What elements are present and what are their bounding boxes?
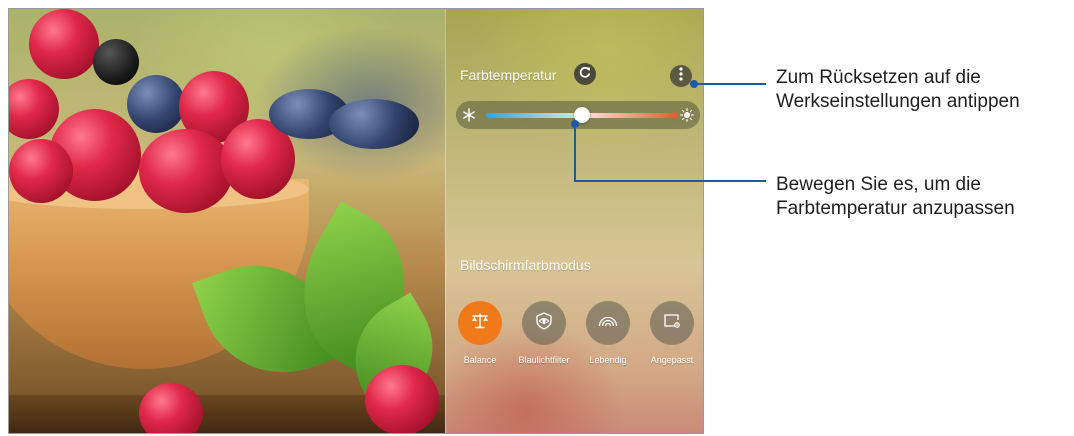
device-screen: Farbtemperatur Bildschirmfarbmodus Balan… xyxy=(8,8,704,434)
mode-balance-label: Balance xyxy=(463,355,497,365)
more-vertical-icon xyxy=(678,66,684,86)
color-temperature-title: Farbtemperatur xyxy=(460,67,557,83)
more-options-button[interactable] xyxy=(670,65,692,87)
mode-blue-light-filter-button[interactable]: Blaulichtfilter xyxy=(512,301,576,365)
raspberry-image xyxy=(365,365,439,433)
balance-scale-icon xyxy=(471,312,489,334)
slider-callout-text: Bewegen Sie es, um die Farbtemperatur an… xyxy=(776,173,1015,221)
mode-custom-button[interactable]: Angepasst xyxy=(640,301,703,365)
eye-shield-icon xyxy=(535,311,553,335)
mode-vivid-circle[interactable] xyxy=(586,301,630,345)
raspberry-image xyxy=(9,139,73,203)
snowflake-icon xyxy=(462,108,476,122)
mode-balance-circle[interactable] xyxy=(458,301,502,345)
refresh-icon xyxy=(578,65,592,84)
mode-vivid-button[interactable]: Lebendig xyxy=(576,301,640,365)
raspberry-image xyxy=(139,129,233,213)
display-settings-panel: Farbtemperatur Bildschirmfarbmodus Balan… xyxy=(445,9,703,433)
rainbow-icon xyxy=(598,314,618,332)
mode-custom-label: Angepasst xyxy=(650,355,694,365)
raspberry-image xyxy=(29,9,99,79)
reset-callout-line1: Zum Rücksetzen auf die xyxy=(776,67,981,88)
reset-callout-line2: Werkseinstellungen antippen xyxy=(776,91,1020,112)
screen-color-mode-title: Bildschirmfarbmodus xyxy=(460,257,591,273)
raspberry-image xyxy=(9,79,59,139)
mode-blue-light-filter-label: Blaulichtfilter xyxy=(518,355,570,365)
blueberry-image xyxy=(127,75,185,133)
slider-callout-line2: Farbtemperatur anzupassen xyxy=(776,198,1015,219)
mode-custom-circle[interactable] xyxy=(650,301,694,345)
reset-callout-text: Zum Rücksetzen auf die Werkseinstellunge… xyxy=(776,66,1020,114)
slider-callout-line1: Bewegen Sie es, um die xyxy=(776,174,981,195)
mode-balance-button[interactable]: Balance xyxy=(448,301,512,365)
raspberry-image xyxy=(139,383,203,433)
blackberry-image xyxy=(93,39,139,85)
slider-thumb[interactable] xyxy=(574,107,590,123)
mode-blue-light-filter-circle[interactable] xyxy=(522,301,566,345)
custom-screen-icon xyxy=(663,313,681,334)
blueberry-image xyxy=(329,99,419,149)
reset-button[interactable] xyxy=(574,63,596,85)
sun-icon xyxy=(680,108,694,122)
mode-vivid-label: Lebendig xyxy=(589,355,627,365)
color-temperature-slider[interactable] xyxy=(456,101,700,129)
wallpaper-photo xyxy=(9,9,445,433)
